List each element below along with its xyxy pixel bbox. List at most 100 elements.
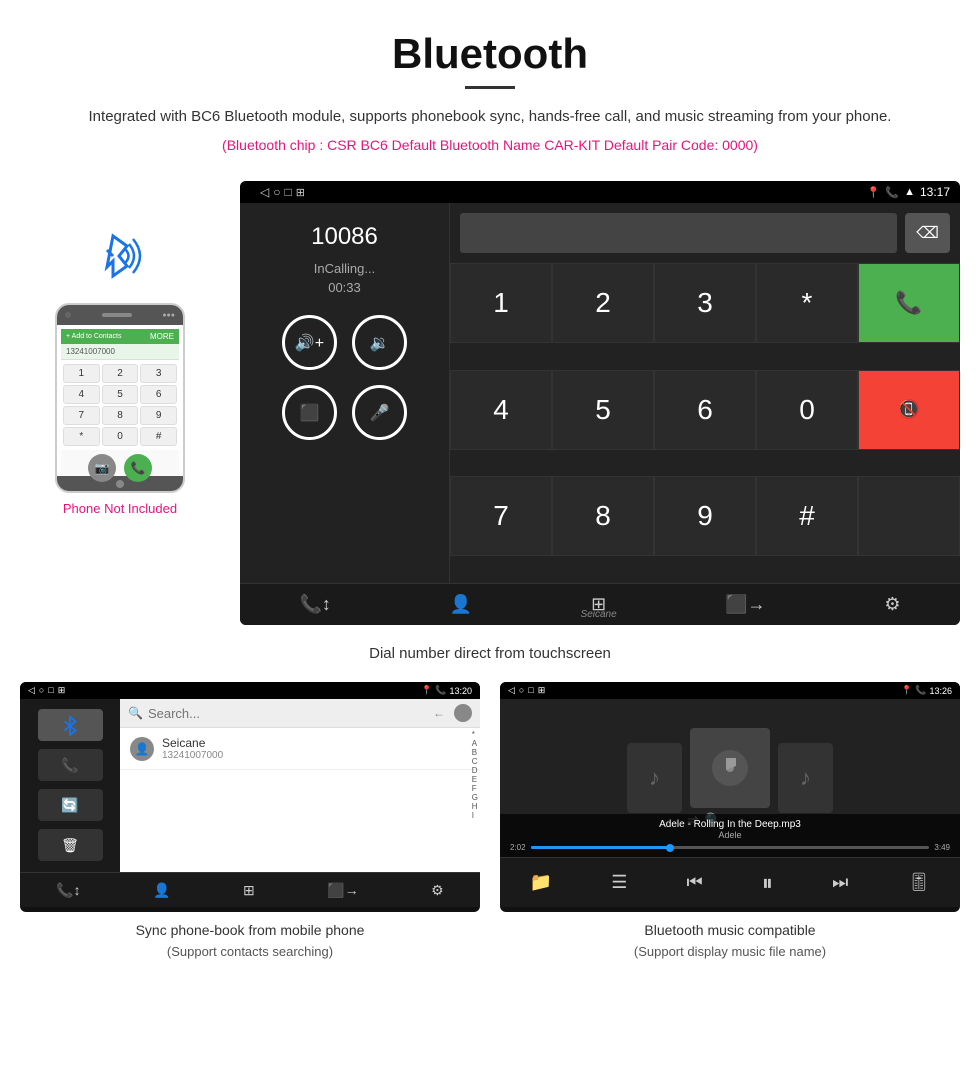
phone-key-4[interactable]: 4 (63, 385, 100, 404)
volume-down-button[interactable]: 🔉 (352, 315, 407, 370)
pb-nav-calls[interactable]: 📞↕ (56, 882, 80, 899)
music-notif-icon: ⊞ (538, 685, 546, 696)
pb-notif-icon: ⊞ (58, 685, 66, 696)
alpha-h: H (472, 802, 478, 811)
pb-search-bar: 🔍 ← (120, 699, 480, 728)
music-play-btn[interactable]: ⏸ (762, 870, 773, 896)
phone-key-7[interactable]: 7 (63, 406, 100, 425)
num-key-3[interactable]: 3 (654, 263, 756, 343)
music-controls: 📁 ☰ ⏮ ⏸ ⏭ 🎚 (500, 857, 960, 907)
caller-number: 10086 (311, 223, 378, 251)
pb-nav-dialpad[interactable]: ⊞ (243, 882, 255, 899)
pb-contact-row[interactable]: 👤 Seicane 13241007000 (120, 728, 480, 770)
alpha-g: G (472, 793, 478, 802)
music-status-bar: ◁ ○ □ ⊞ 📍 📞 13:26 (500, 682, 960, 699)
phone-video-btn[interactable]: 📷 (88, 454, 116, 482)
nav-contacts[interactable]: 👤 (450, 594, 472, 615)
alpha-f: F (472, 784, 478, 793)
status-time: 13:17 (920, 185, 950, 199)
num-key-hash[interactable]: # (756, 476, 858, 556)
phone-key-star[interactable]: * (63, 427, 100, 446)
num-key-2[interactable]: 2 (552, 263, 654, 343)
alpha-b: B (472, 748, 478, 757)
phone-action-bar: + Add to Contacts MORE (61, 329, 179, 344)
phone-key-1[interactable]: 1 (63, 364, 100, 383)
num-key-star[interactable]: * (756, 263, 858, 343)
pb-nav-transfer[interactable]: ⬛→ (327, 882, 358, 899)
pb-screen-body: 📞 🔄 🗑 🔍 ← 👤 (20, 699, 480, 872)
phone-key-9[interactable]: 9 (140, 406, 177, 425)
nav-calls[interactable]: 📞↕ (299, 594, 330, 615)
car-dialer-screen: ◁ ○ □ ⊞ 📍 📞 ▲ 13:17 10086 InCalling... (240, 181, 960, 625)
nav-settings[interactable]: ⚙ (884, 594, 900, 615)
status-icons: 📍 📞 ▲ 13:17 (867, 185, 950, 199)
pb-alpha-list: * A B C D E F G H I (470, 728, 480, 822)
music-caption-sub: (Support display music file name) (634, 944, 826, 959)
music-prev-btn[interactable]: ⏮ (687, 872, 703, 893)
phone-key-5[interactable]: 5 (102, 385, 139, 404)
nav-transfer[interactable]: ⬛→ (725, 594, 765, 615)
num-key-7[interactable]: 7 (450, 476, 552, 556)
music-home-icon: ○ (519, 685, 524, 696)
alpha-a: A (472, 739, 478, 748)
pb-nav-contacts[interactable]: 👤 (153, 882, 170, 899)
pb-back-arrow[interactable]: ← (433, 706, 445, 720)
phone-call-btn[interactable]: 📞 (124, 454, 152, 482)
music-folder-btn[interactable]: 📁 (530, 872, 552, 893)
pb-sync-sidebar-btn[interactable]: 🔄 (38, 789, 103, 821)
mic-button[interactable]: 🎤 (352, 385, 407, 440)
pb-caption-main: Sync phone-book from mobile phone (136, 922, 365, 938)
phone-key-2[interactable]: 2 (102, 364, 139, 383)
music-playlist-btn[interactable]: ☰ (611, 872, 627, 893)
phone-key-8[interactable]: 8 (102, 406, 139, 425)
pb-search-input[interactable] (148, 706, 428, 721)
num-key-8[interactable]: 8 (552, 476, 654, 556)
phone-key-hash[interactable]: # (140, 427, 177, 446)
pb-call-sidebar-btn[interactable]: 📞 (38, 749, 103, 781)
phonebook-screen: ◁ ○ □ ⊞ 📍 📞 13:20 (20, 682, 480, 912)
call-green-button[interactable]: 📞 (858, 263, 960, 343)
album-art-left: ♪ (627, 743, 682, 813)
number-display-field[interactable] (460, 213, 897, 253)
phone-key-0[interactable]: 0 (102, 427, 139, 446)
music-song-title: Adele - Rolling In the Deep.mp3 (510, 819, 950, 830)
pb-caption-sub: (Support contacts searching) (167, 944, 333, 959)
num-key-5[interactable]: 5 (552, 370, 654, 450)
phone-key-6[interactable]: 6 (140, 385, 177, 404)
phone-top-bar: ●●● (57, 305, 183, 325)
pb-delete-sidebar-btn[interactable]: 🗑 (38, 829, 103, 861)
num-key-0[interactable]: 0 (756, 370, 858, 450)
music-eq-btn[interactable]: 🎚 (908, 872, 931, 893)
dial-caption: Dial number direct from touchscreen (0, 645, 980, 662)
num-key-1[interactable]: 1 (450, 263, 552, 343)
android-nav-icons: ◁ ○ □ ⊞ (260, 185, 305, 199)
pb-status-icons: 📍 📞 13:20 (421, 685, 472, 696)
volume-up-button[interactable]: 🔊+ (282, 315, 337, 370)
num-key-9[interactable]: 9 (654, 476, 756, 556)
phone-signal-icon: 📞 (885, 186, 899, 199)
alpha-d: D (472, 766, 478, 775)
contacts-icon: 👤 (450, 594, 472, 615)
pb-sidebar: 📞 🔄 🗑 (20, 699, 120, 872)
num-key-4[interactable]: 4 (450, 370, 552, 450)
call-end-button[interactable]: 📵 (858, 370, 960, 450)
nav-dialpad[interactable]: ⊞ Seicane (591, 594, 606, 615)
transfer-button[interactable]: ⬛ (282, 385, 337, 440)
music-screenshot-block: ◁ ○ □ ⊞ 📍 📞 13:26 ♪ (500, 682, 960, 962)
music-call-icon: 📞 (915, 685, 926, 696)
phone-bottom-bar (57, 476, 183, 491)
pb-nav-settings[interactable]: ⚙ (431, 882, 444, 899)
bt-shape (107, 236, 127, 276)
alpha-i: I (472, 811, 478, 820)
dialer-right-panel: ⌫ 1 2 3 * 📞 4 5 6 0 📵 7 8 (450, 203, 960, 583)
music-next-btn[interactable]: ⏭ (832, 872, 848, 893)
page-title: Bluetooth (20, 30, 960, 78)
music-progress-bar[interactable] (531, 846, 930, 849)
num-key-6[interactable]: 6 (654, 370, 756, 450)
music-time: 13:26 (929, 686, 952, 696)
phone-key-3[interactable]: 3 (140, 364, 177, 383)
settings-icon: ⚙ (884, 594, 900, 615)
music-caption-main: Bluetooth music compatible (644, 922, 815, 938)
music-progress-fill (531, 846, 671, 849)
backspace-button[interactable]: ⌫ (905, 213, 950, 253)
